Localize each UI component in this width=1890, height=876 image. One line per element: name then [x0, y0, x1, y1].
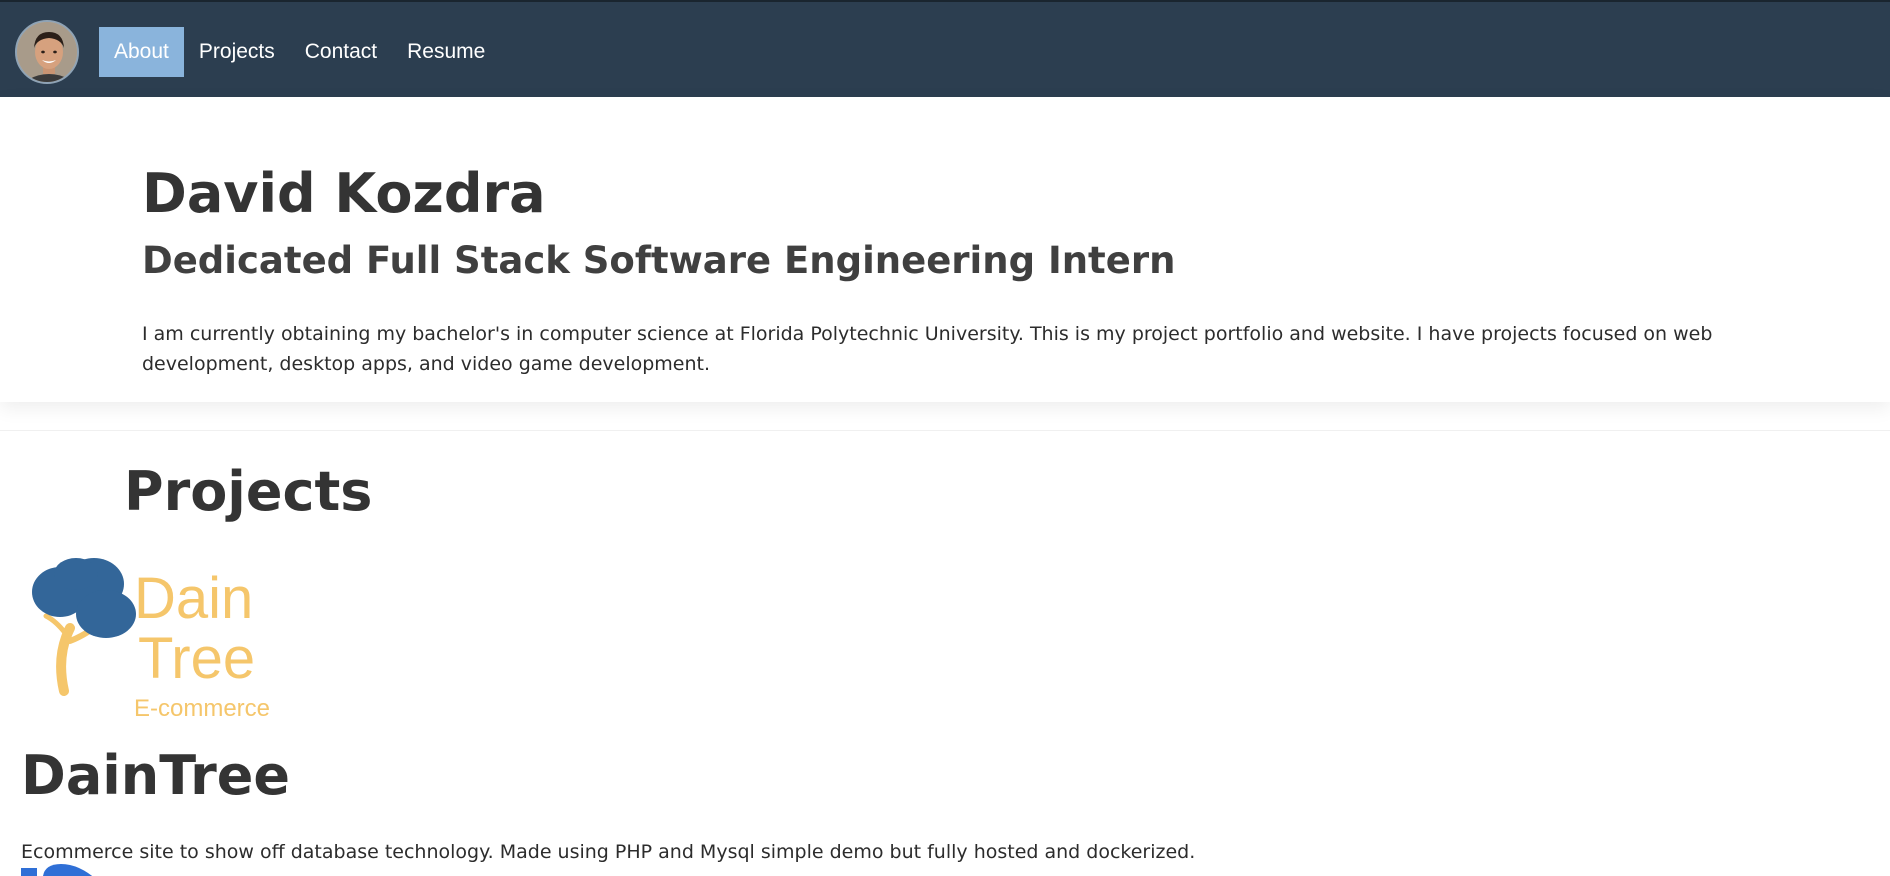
project-title: DainTree [21, 744, 290, 807]
nav-resume[interactable]: Resume [392, 27, 500, 77]
tree-logo-icon: Dain Tree E-commerce [32, 558, 270, 722]
project-description: Ecommerce site to show off database tech… [21, 841, 1196, 863]
nav-about[interactable]: About [99, 27, 184, 77]
daintree-logo[interactable]: Dain Tree E-commerce [26, 556, 296, 724]
next-project-logo[interactable] [21, 864, 101, 876]
top-navbar: About Projects Contact Resume [0, 0, 1890, 97]
page-title: David Kozdra [142, 162, 546, 225]
svg-text:E-commerce: E-commerce [134, 695, 270, 722]
svg-text:Dain: Dain [134, 566, 253, 631]
avatar-portrait-icon [17, 22, 77, 82]
nav-contact[interactable]: Contact [290, 27, 392, 77]
svg-text:Tree: Tree [138, 626, 255, 691]
projects-heading: Projects [124, 460, 373, 523]
about-hero: David Kozdra Dedicated Full Stack Softwa… [0, 97, 1890, 402]
next-project-logo-icon [21, 864, 93, 876]
bio-text: I am currently obtaining my bachelor's i… [142, 323, 1713, 375]
section-divider [0, 430, 1890, 431]
nav-projects[interactable]: Projects [184, 27, 290, 77]
page-subtitle: Dedicated Full Stack Software Engineerin… [142, 239, 1176, 282]
profile-avatar[interactable] [15, 20, 79, 84]
nav-menu: About Projects Contact Resume [99, 27, 500, 77]
